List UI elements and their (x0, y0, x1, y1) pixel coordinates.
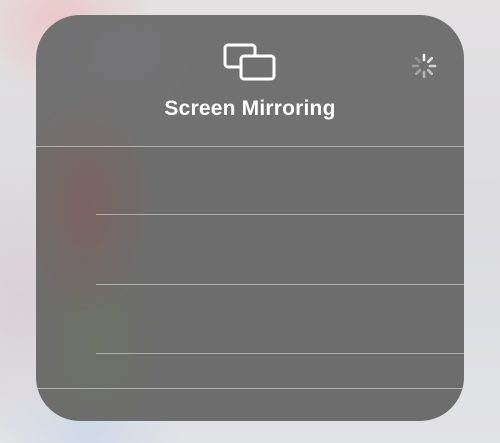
screen-mirroring-icon (223, 43, 276, 81)
footer-divider (36, 388, 464, 389)
device-row-3[interactable] (36, 285, 464, 353)
panel-title: Screen Mirroring (164, 97, 336, 120)
panel-header: Screen Mirroring (36, 15, 464, 146)
device-row-2[interactable] (36, 215, 464, 283)
row-divider (96, 353, 464, 354)
screen-mirroring-panel: Screen Mirroring (36, 15, 464, 421)
activity-spinner-icon (411, 53, 437, 79)
device-row-1[interactable] (36, 147, 464, 215)
